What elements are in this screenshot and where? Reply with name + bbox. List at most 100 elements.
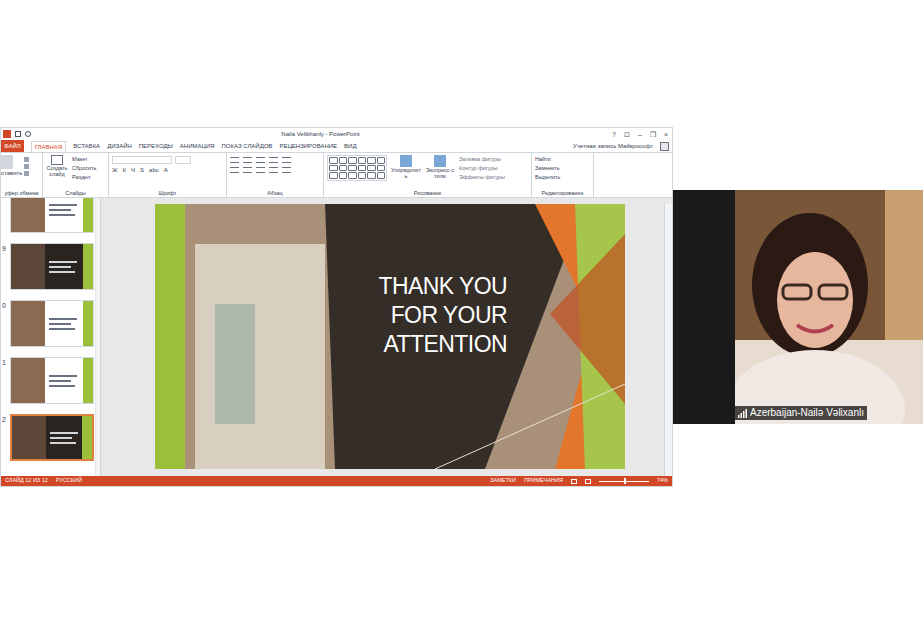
shape-icon[interactable] [358, 165, 367, 172]
zoom-slider[interactable] [599, 481, 649, 482]
vertical-scrollbar[interactable] [664, 204, 672, 476]
ribbon-button[interactable]: Заменить [535, 164, 590, 173]
save-icon[interactable] [15, 131, 21, 137]
paragraph-icon[interactable] [269, 157, 278, 163]
cut-icon[interactable] [24, 157, 29, 162]
paragraph-icon[interactable] [282, 157, 291, 163]
shape-icon[interactable] [339, 172, 348, 179]
ribbon-tabs: ФАЙЛ ГЛАВНАЯ ВСТАВКА ДИЗАЙН ПЕРЕХОДЫ АНИМАЦИЯ… [1, 140, 672, 152]
shape-icon[interactable] [348, 165, 357, 172]
window-control[interactable]: ❐ [648, 131, 658, 138]
shape-icon[interactable] [329, 165, 338, 172]
align-icon[interactable] [243, 167, 252, 173]
ribbon-button[interactable]: Создать слайд [45, 165, 69, 177]
ribbon-tab[interactable]: ДИЗАЙН [107, 143, 132, 149]
slide-thumbnail[interactable]: 0 [2, 300, 95, 347]
arrange-icon[interactable] [400, 155, 412, 167]
screen: Naila Velikhanly - PowerPoint?⊡–❐×ФАЙЛГЛ… [0, 0, 923, 630]
ribbon-tab[interactable]: ПОКАЗ СЛАЙДОВ [222, 143, 273, 149]
paste-icon[interactable] [1, 155, 13, 169]
font-field[interactable] [112, 156, 172, 164]
ribbon-button[interactable]: Упорядочить [391, 167, 421, 179]
ribbon-tab[interactable]: ВИД [344, 143, 356, 149]
shape-icon[interactable] [377, 157, 386, 164]
shape-icon[interactable] [339, 165, 348, 172]
participant-name: Azerbaijan-Nailə Vəlixanlı [750, 407, 864, 419]
align-icon[interactable] [282, 167, 291, 173]
ribbon-button[interactable]: ставить [1, 169, 22, 177]
ribbon-button[interactable]: Экспресс-стили [425, 167, 455, 179]
window-control[interactable]: × [662, 131, 670, 138]
ribbon-group: Упорядочить Экспресс-стили Заливка фигурыК… [324, 153, 532, 197]
align-icon[interactable] [230, 167, 239, 173]
slide-thumbnail[interactable]: 9 [2, 243, 95, 290]
paragraph-icon[interactable] [256, 157, 265, 163]
ribbon-tab[interactable]: ВСТАВКА [73, 143, 100, 149]
shape-icon[interactable] [329, 157, 338, 164]
slide-thumbnail[interactable]: 1 [2, 357, 95, 404]
format-button[interactable]: Ч [131, 167, 135, 173]
shapes-gallery[interactable] [327, 155, 387, 181]
zoom-level[interactable]: 74% [657, 478, 668, 484]
undo-icon[interactable] [25, 131, 31, 137]
shape-icon[interactable] [377, 172, 386, 179]
ribbon-tab[interactable]: ГЛАВНАЯ [31, 141, 67, 152]
new-slide-icon[interactable] [51, 155, 63, 165]
ribbon-tab[interactable]: ПЕРЕХОДЫ [139, 143, 173, 149]
slide-thumbnail[interactable]: 2 [2, 414, 95, 461]
view-icon[interactable] [585, 479, 591, 484]
shape-icon[interactable] [348, 157, 357, 164]
ribbon-group: ЖКЧSabcAШрифт [109, 153, 227, 197]
file-tab[interactable]: ФАЙЛ [1, 140, 24, 152]
avatar-icon[interactable] [660, 142, 669, 151]
ribbon-button[interactable]: Выделить [535, 173, 590, 182]
scrollbar[interactable] [95, 198, 100, 476]
shape-icon[interactable] [367, 165, 376, 172]
comments-button[interactable]: ПРИМЕЧАНИЯ [524, 478, 563, 484]
ribbon-button[interactable]: Эффекты фигуры [459, 173, 505, 182]
format-button[interactable]: S [140, 167, 144, 173]
format-button[interactable]: A [164, 167, 168, 173]
format-button[interactable]: abc [149, 167, 159, 173]
copy-icon[interactable] [24, 164, 29, 169]
format-button[interactable]: Ж [112, 167, 118, 173]
thumbnail-pane: 9 0 1 2 [1, 198, 101, 476]
align-icon[interactable] [256, 167, 265, 173]
shape-icon[interactable] [358, 157, 367, 164]
shape-icon[interactable] [348, 172, 357, 179]
ribbon-button[interactable]: Заливка фигуры [459, 155, 505, 164]
language[interactable]: РУССКИЙ [56, 478, 82, 484]
ribbon-button[interactable]: Раздел [72, 173, 96, 182]
shape-icon[interactable] [367, 172, 376, 179]
window-control[interactable]: – [636, 131, 644, 138]
account[interactable]: Учетная запись Майкрософт [573, 142, 653, 151]
shape-icon[interactable] [358, 172, 367, 179]
view-icon[interactable] [571, 479, 577, 484]
ribbon-button[interactable]: Контур фигуры [459, 164, 505, 173]
group-label: Редактирование [535, 189, 590, 197]
zoom-thumb[interactable] [624, 478, 626, 484]
align-icon[interactable] [269, 167, 278, 173]
ribbon-tab[interactable]: РЕЦЕНЗИРОВАНИЕ [279, 143, 337, 149]
shape-icon[interactable] [329, 172, 338, 179]
slide-thumbnail[interactable] [2, 198, 95, 233]
paragraph-icon[interactable] [230, 157, 239, 163]
paragraph-icon[interactable] [243, 157, 252, 163]
size-field[interactable] [175, 156, 191, 164]
slide-text: THANK YOU [378, 272, 507, 301]
ribbon-button[interactable]: Найти [535, 155, 590, 164]
format-icon[interactable] [24, 171, 29, 176]
notes-button[interactable]: ЗАМЕТКИ [490, 478, 516, 484]
group-label: Рисование [327, 189, 528, 197]
shape-icon[interactable] [367, 157, 376, 164]
window-control[interactable]: ⊡ [622, 131, 632, 138]
shape-icon[interactable] [377, 165, 386, 172]
window-control[interactable]: ? [610, 131, 618, 138]
ribbon-button[interactable]: Сбросить [72, 164, 96, 173]
slide: THANK YOUFOR YOURATTENTION [155, 204, 625, 469]
shape-icon[interactable] [339, 157, 348, 164]
format-button[interactable]: К [123, 167, 127, 173]
ribbon-button[interactable]: Макет [72, 155, 96, 164]
arrange-icon[interactable] [434, 155, 446, 167]
ribbon-tab[interactable]: АНИМАЦИЯ [180, 143, 215, 149]
